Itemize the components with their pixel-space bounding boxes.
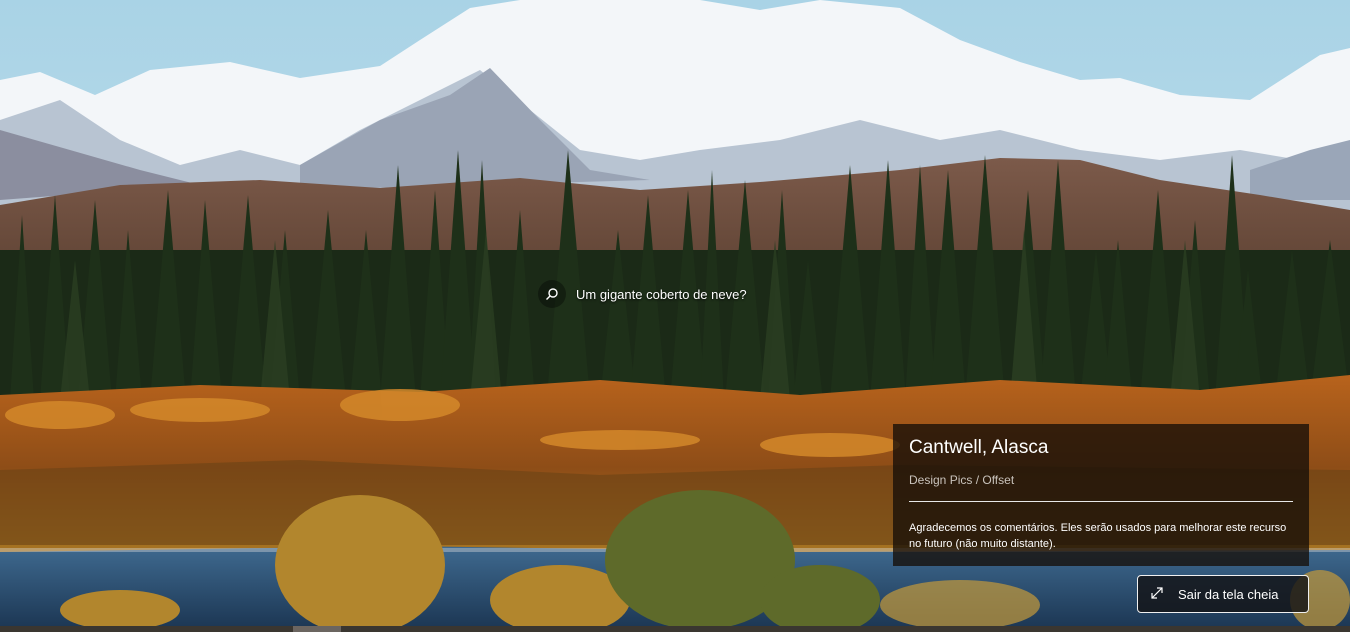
- feedback-message: Agradecemos os comentários. Eles serão u…: [909, 522, 1287, 550]
- location-title[interactable]: Cantwell, Alasca: [909, 436, 1293, 460]
- divider: [909, 501, 1293, 502]
- search-icon: [538, 280, 566, 308]
- expand-arrows-icon: [1150, 586, 1164, 603]
- taskbar-active-item[interactable]: [293, 626, 341, 632]
- taskbar-edge: [0, 626, 1350, 632]
- exit-fullscreen-label: Sair da tela cheia: [1178, 586, 1279, 602]
- image-info-card: Cantwell, Alasca Design Pics / Offset Ag…: [893, 424, 1309, 566]
- search-hint-text: Um gigante coberto de neve?: [576, 286, 747, 302]
- photo-credit: Design Pics / Offset: [909, 473, 1015, 487]
- exit-fullscreen-button[interactable]: Sair da tela cheia: [1137, 575, 1309, 613]
- search-hint[interactable]: Um gigante coberto de neve?: [538, 279, 747, 309]
